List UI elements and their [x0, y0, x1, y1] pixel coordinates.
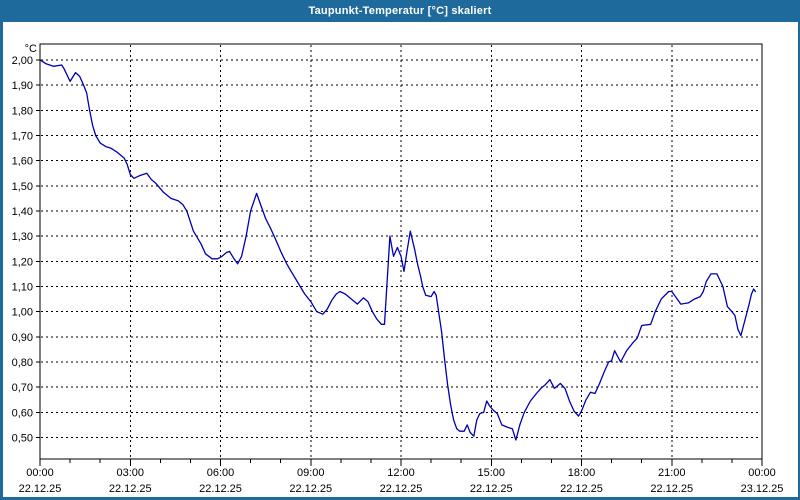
y-tick-label: 0,90 [12, 332, 33, 344]
dewpoint-line [39, 59, 757, 441]
x-tick-date-label: 22.12.25 [470, 483, 513, 495]
y-tick-label: 1,30 [12, 231, 33, 243]
x-tick-date-label: 22.12.25 [289, 483, 332, 495]
y-tick-label: 1,10 [12, 282, 33, 294]
x-tick-time-label: 21:00 [658, 467, 686, 479]
y-tick-label: 1,50 [12, 181, 33, 193]
x-tick-time-label: 12:00 [387, 467, 415, 479]
x-tick-date-label: 23.12.25 [741, 483, 784, 495]
y-tick-label: 0,50 [12, 433, 33, 445]
y-tick-label: 1,90 [12, 80, 33, 92]
chart-area: 2,00 1,90 1,80 1,70 1,60 1,50 1,40 1,30 1,20 1,10… [3, 22, 798, 497]
window-title-bar: Taupunkt-Temperatur [°C] skaliert [3, 0, 798, 22]
x-tick-date-label: 22.12.25 [109, 483, 152, 495]
chart-svg: 2,00 1,90 1,80 1,70 1,60 1,50 1,40 1,30 1,20 1,10… [12, 43, 784, 495]
x-tick-date-label: 22.12.25 [650, 483, 693, 495]
y-tick-label: 1,60 [12, 156, 33, 168]
y-tick-label: 0,60 [12, 407, 33, 419]
x-tick-date-label: 22.12.25 [199, 483, 242, 495]
y-tick-label: 1,00 [12, 307, 33, 319]
x-tick-time-label: 06:00 [207, 467, 235, 479]
y-tick-label: 0,70 [12, 382, 33, 394]
x-tick-time-label: 18:00 [568, 467, 596, 479]
app-window: Taupunkt-Temperatur [°C] skaliert 2,00 1,… [0, 0, 800, 500]
y-tick-label: 1,80 [12, 105, 33, 117]
x-tick-time-label: 00:00 [26, 467, 54, 479]
x-tick-date-label: 22.12.25 [560, 483, 603, 495]
x-tick-time-label: 15:00 [477, 467, 505, 479]
x-tick-time-label: 00:00 [748, 467, 776, 479]
y-axis-unit-label: °C [25, 43, 37, 55]
x-tick-time-label: 03:00 [116, 467, 144, 479]
x-tick-date-label: 22.12.25 [380, 483, 423, 495]
x-tick-date-label: 22.12.25 [19, 483, 62, 495]
x-tick-time-label: 09:00 [297, 467, 325, 479]
y-tick-label: 0,80 [12, 357, 33, 369]
window-title: Taupunkt-Temperatur [°C] skaliert [308, 5, 492, 17]
y-tick-label: 1,40 [12, 206, 33, 218]
y-tick-label: 1,20 [12, 256, 33, 268]
y-tick-label: 1,70 [12, 131, 33, 143]
y-tick-label: 2,00 [12, 55, 33, 67]
